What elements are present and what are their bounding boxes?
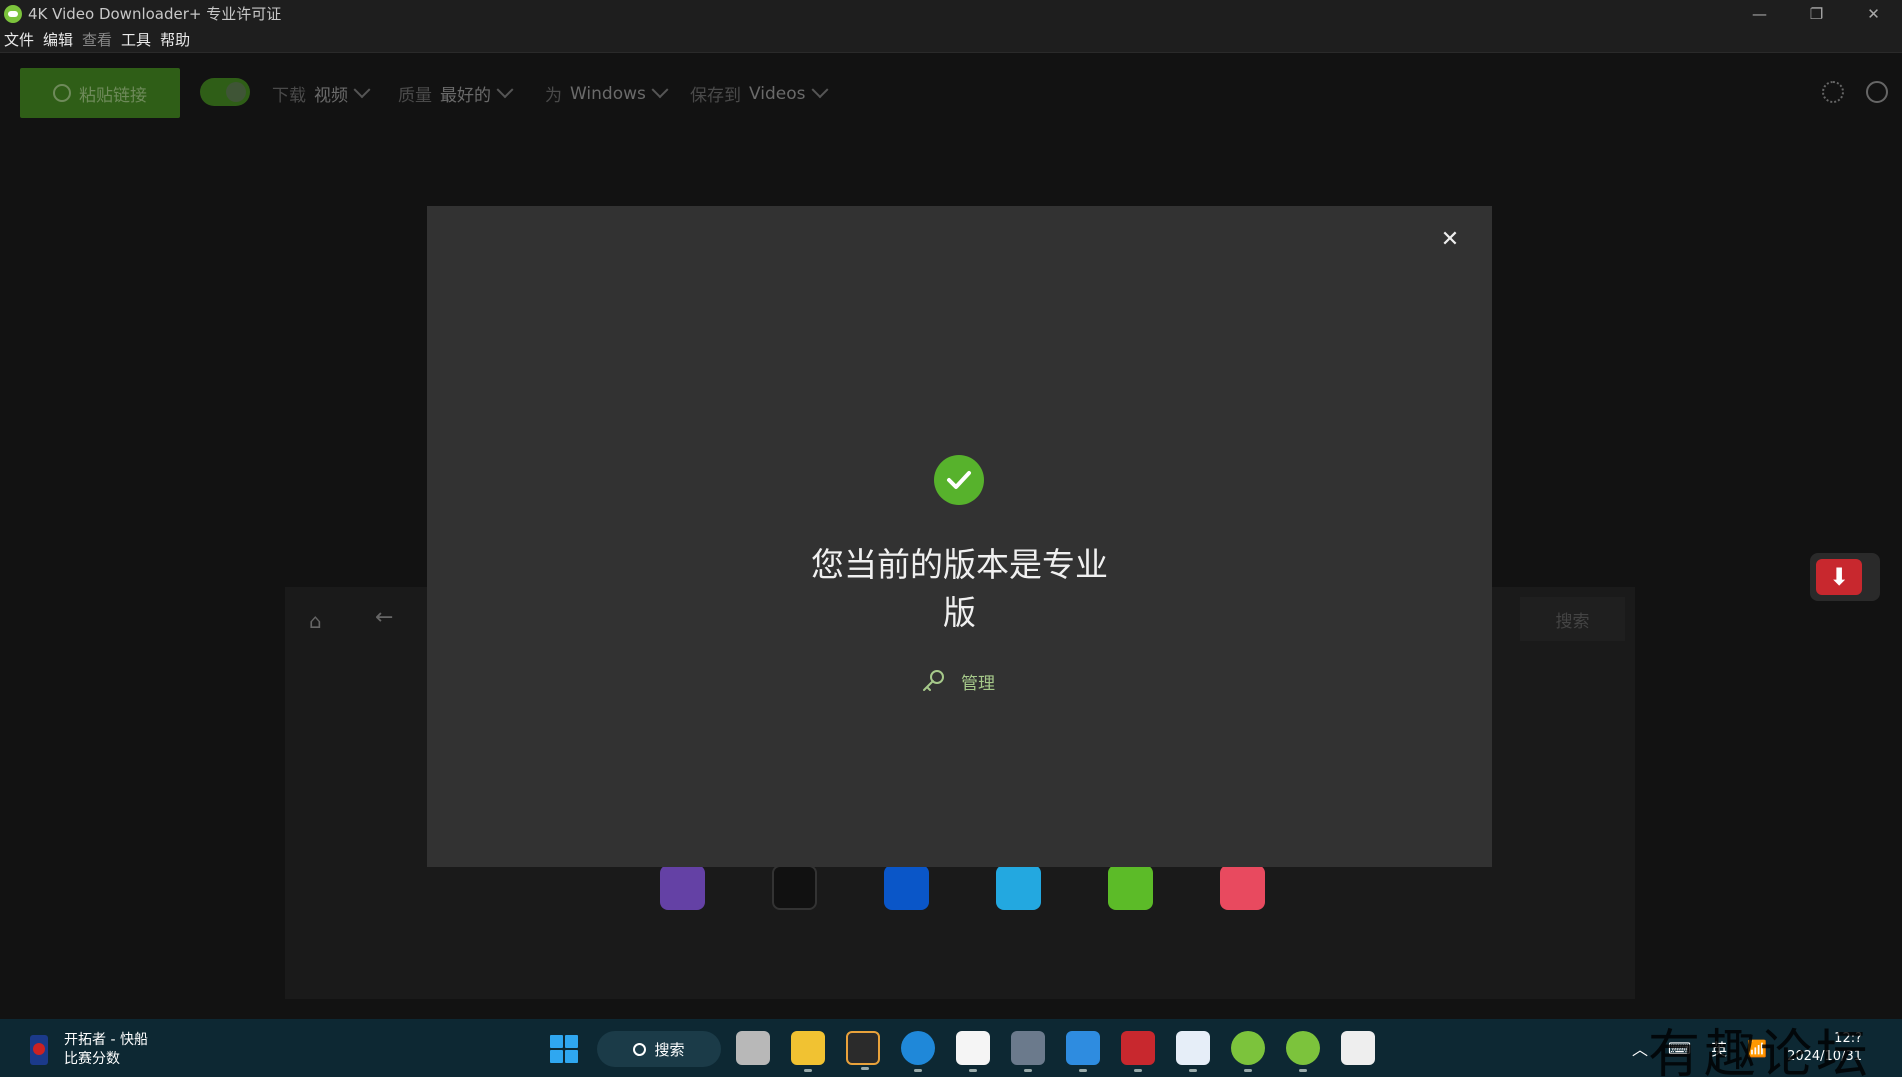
floating-download-widget[interactable]: ⬇ xyxy=(1810,553,1880,601)
quality-dropdown[interactable]: 质量 最好的 xyxy=(398,80,514,106)
window-title: 4K Video Downloader+ 专业许可证 xyxy=(28,5,282,23)
menu-tools[interactable]: 工具 xyxy=(121,29,151,50)
taskbar-search-label: 搜索 xyxy=(654,1040,685,1059)
running-indicator xyxy=(1024,1069,1032,1072)
download-arrow-icon: ⬇ xyxy=(1816,559,1862,595)
running-indicator xyxy=(804,1069,812,1072)
manage-label: 管理 xyxy=(961,673,995,694)
running-indicator xyxy=(1189,1069,1197,1072)
platform-value: Windows xyxy=(570,83,646,104)
snipping-tool-icon[interactable] xyxy=(1341,1031,1375,1065)
taskbar-search[interactable]: 搜索 xyxy=(597,1031,721,1067)
qq-icon[interactable] xyxy=(956,1031,990,1072)
app-logo-icon xyxy=(4,4,22,23)
start-tile xyxy=(565,1050,578,1063)
browser-search-button[interactable]: 搜索 xyxy=(1520,597,1625,641)
tv-icon[interactable] xyxy=(772,865,817,910)
file-explorer-icon[interactable] xyxy=(791,1031,825,1072)
start-button[interactable] xyxy=(550,1035,578,1063)
manage-license-link[interactable]: 管理 xyxy=(921,668,995,694)
task-view-icon[interactable] xyxy=(736,1031,770,1065)
start-tile xyxy=(550,1035,563,1048)
success-check-icon xyxy=(934,455,984,505)
news-widget[interactable]: 开拓者 - 快船 比赛分数 xyxy=(30,1031,148,1069)
link-icon xyxy=(53,84,71,102)
taskbar: 开拓者 - 快船 比赛分数 搜索 ︿ ⌨ 英 📶 12:? 2024/10/31 xyxy=(0,1019,1902,1077)
menu-file[interactable]: 文件 xyxy=(4,29,34,50)
running-indicator xyxy=(861,1067,869,1070)
menu-help[interactable]: 帮助 xyxy=(160,29,190,50)
back-arrow-icon[interactable]: ← xyxy=(375,605,393,630)
title-bar: 4K Video Downloader+ 专业许可证 — ❐ ✕ xyxy=(0,0,1902,27)
download-type-key: 下载 xyxy=(272,86,306,106)
quality-value: 最好的 xyxy=(440,86,491,106)
bilibili-icon[interactable] xyxy=(996,865,1041,910)
home-icon[interactable]: ⌂ xyxy=(309,609,331,633)
dailymotion-icon[interactable] xyxy=(884,865,929,910)
smart-mode-toggle[interactable] xyxy=(200,78,250,106)
nba-logo-icon xyxy=(30,1035,48,1065)
close-window-button[interactable]: ✕ xyxy=(1845,0,1902,27)
platform-dropdown[interactable]: 为 Windows xyxy=(545,80,669,106)
chevron-down-icon xyxy=(811,80,828,98)
menu-view[interactable]: 查看 xyxy=(82,29,112,50)
menu-bar: 文件 编辑 查看 工具 帮助 xyxy=(0,27,1902,53)
quality-key: 质量 xyxy=(398,86,432,106)
news-subtitle: 比赛分数 xyxy=(64,1051,120,1067)
search-icon xyxy=(633,1042,647,1056)
paste-link-label: 粘贴链接 xyxy=(79,85,147,106)
chevron-down-icon xyxy=(496,80,514,98)
news-text: 开拓者 - 快船 比赛分数 xyxy=(64,1031,148,1069)
downloader-plus-icon[interactable] xyxy=(1286,1031,1320,1072)
news-title: 开拓者 - 快船 xyxy=(64,1032,148,1048)
running-indicator xyxy=(914,1069,922,1072)
cloud-app-icon[interactable] xyxy=(1066,1031,1100,1072)
edge-browser-icon[interactable] xyxy=(901,1031,935,1072)
baidu-netdisk-icon[interactable] xyxy=(1176,1031,1210,1072)
start-tile xyxy=(565,1035,578,1048)
rumble-icon[interactable] xyxy=(1108,865,1153,910)
forum-watermark: 有趣论坛 xyxy=(1647,1025,1872,1077)
running-indicator xyxy=(1244,1069,1252,1072)
save-to-key: 保存到 xyxy=(690,86,741,106)
chevron-down-icon xyxy=(353,80,371,98)
platform-key: 为 xyxy=(545,86,562,106)
g-app-icon[interactable] xyxy=(846,1031,880,1070)
license-dialog: ✕ 您当前的版本是专业版 管理 xyxy=(427,206,1492,867)
chevron-down-icon xyxy=(651,80,669,98)
minimize-button[interactable]: — xyxy=(1731,0,1788,27)
running-indicator xyxy=(1299,1069,1307,1072)
settings-icon[interactable] xyxy=(1822,81,1844,103)
dialog-title: 您当前的版本是专业版 xyxy=(811,545,1108,632)
menu-edit[interactable]: 编辑 xyxy=(43,29,73,50)
restore-button[interactable]: ❐ xyxy=(1788,0,1845,27)
running-indicator xyxy=(1079,1069,1087,1072)
download-type-dropdown[interactable]: 下载 视频 xyxy=(272,80,371,106)
save-to-value: Videos xyxy=(749,83,806,104)
chevron-up-icon[interactable]: ︿ xyxy=(1632,1036,1648,1060)
taskbar-apps xyxy=(736,1031,1396,1072)
window-controls: — ❐ ✕ xyxy=(1731,0,1902,27)
toggle-knob xyxy=(226,82,246,102)
settings-app-icon[interactable] xyxy=(1011,1031,1045,1072)
save-to-dropdown[interactable]: 保存到 Videos xyxy=(690,80,828,106)
paste-link-button[interactable]: 粘贴链接 xyxy=(20,68,180,118)
start-tile xyxy=(550,1050,563,1063)
running-indicator xyxy=(1134,1069,1142,1072)
running-indicator xyxy=(969,1069,977,1072)
download-type-value: 视频 xyxy=(314,86,348,106)
close-dialog-button[interactable]: ✕ xyxy=(1438,228,1462,252)
site-shortcuts xyxy=(660,865,1332,910)
twitch-icon[interactable] xyxy=(660,865,705,910)
likee-icon[interactable] xyxy=(1220,865,1265,910)
key-icon xyxy=(923,670,944,691)
toolbar: 粘贴链接 下载 视频 质量 最好的 为 Windows 保存到 Videos xyxy=(0,53,1902,133)
downloader-green-icon[interactable] xyxy=(1231,1031,1265,1072)
video-downloader-icon[interactable] xyxy=(1121,1031,1155,1072)
account-icon[interactable] xyxy=(1866,81,1888,103)
